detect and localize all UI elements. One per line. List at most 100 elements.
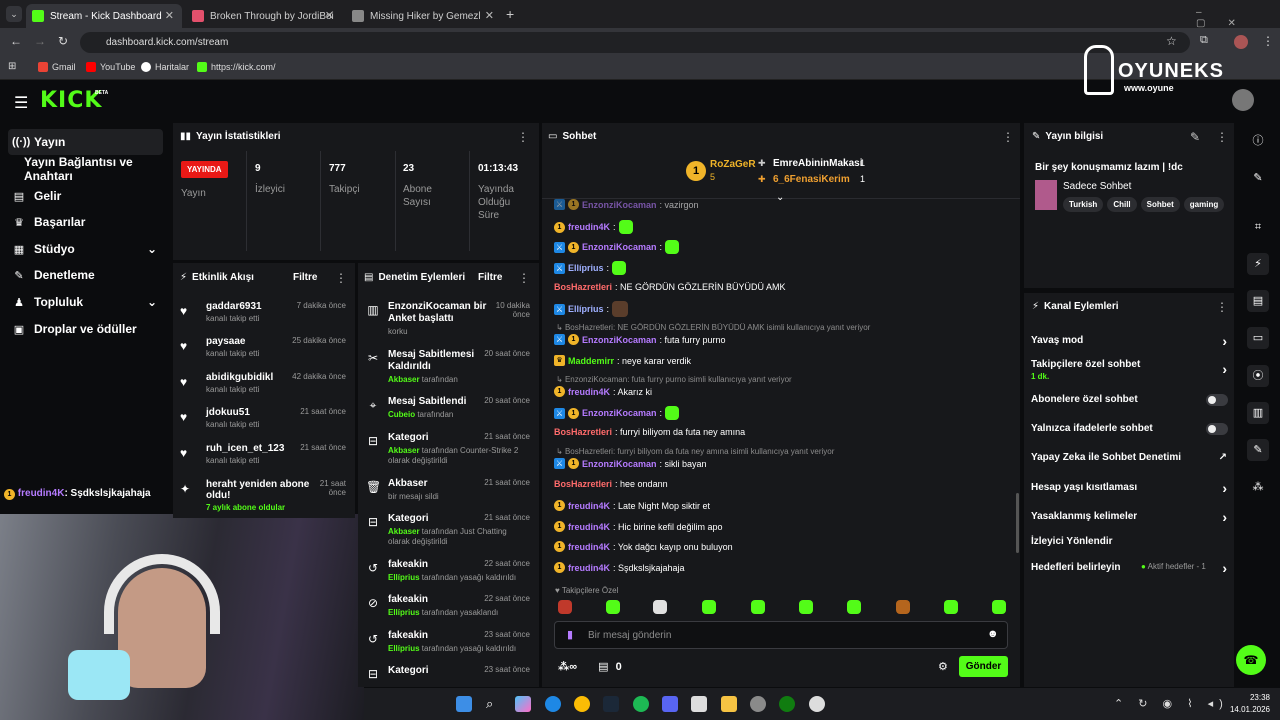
bookmark-star-icon[interactable]: ☆ xyxy=(1166,34,1177,48)
sidebar-item-moderation[interactable]: ✎ Denetleme xyxy=(8,262,163,288)
chat-message[interactable]: 1 freudin4K: Yok dağcı kayıp onu buluyon xyxy=(554,541,733,552)
chat-message[interactable]: ⚔ Ellíprius: xyxy=(554,301,629,317)
users-icon[interactable]: ⁂∞ xyxy=(558,661,577,673)
chat-message[interactable]: 1 freudin4K: Akarız ki xyxy=(554,386,652,397)
document-icon[interactable]: ▤ xyxy=(1247,290,1269,312)
chat-message[interactable]: ⚔ Ellíprius: xyxy=(554,261,627,275)
sidebar-item-stream[interactable]: ((·)) Yayın xyxy=(8,129,163,155)
kick-logo[interactable]: KICK xyxy=(40,88,102,113)
profile-avatar[interactable] xyxy=(1234,35,1248,49)
browser-tab[interactable]: Broken Through by JordiBoi ✕ xyxy=(186,4,342,28)
bookmark-maps[interactable]: Haritalar xyxy=(141,62,189,72)
sidebar-item-community[interactable]: ♟ Topluluk ⌄ xyxy=(8,289,163,315)
subs-only-toggle[interactable] xyxy=(1206,394,1228,406)
store-icon[interactable]: ▤ xyxy=(598,661,608,673)
chat-message[interactable]: BosHazretleri: NE GÖRDÜN GÖZLERİN BÜYÜDÜ… xyxy=(554,282,786,292)
send-button[interactable]: Gönder xyxy=(959,656,1008,677)
list-item[interactable]: ♥ jdokuu51 kanalı takip etti 21 saat önce xyxy=(180,407,346,437)
close-tab-icon[interactable]: ✕ xyxy=(165,9,174,22)
list-item[interactable]: ♥ abidikgubidikl kanalı takip etti 42 dak… xyxy=(180,372,346,402)
more-options-icon[interactable]: ⋮ xyxy=(518,271,530,285)
extensions-icon[interactable]: ⧉ xyxy=(1200,34,1208,47)
list-item[interactable]: ▥ EnzonziKocaman bir Anket başlattı kork… xyxy=(366,301,530,341)
list-item[interactable]: ✦ heraht yeniden abone oldu! 7 aylık abon… xyxy=(180,479,346,515)
sidebar-item-revenue[interactable]: ▤ Gelir xyxy=(8,183,163,209)
category-thumbnail[interactable] xyxy=(1035,180,1057,210)
emote-only-toggle[interactable] xyxy=(1206,423,1228,435)
ai-moderation-row[interactable]: Yapay Zeka ile Sohbet Denetimi ↗ xyxy=(1031,452,1227,466)
chat-message[interactable]: ♛ Maddemirr: neye karar verdik xyxy=(554,355,691,366)
back-icon[interactable]: ← xyxy=(10,34,22,48)
emote-icon[interactable] xyxy=(799,600,813,614)
chat-message[interactable]: BosHazretleri: furryi biliyom da futa ne… xyxy=(554,427,745,437)
clock-time[interactable]: 23:38 xyxy=(1240,693,1270,702)
list-item[interactable]: ↺ fakeakin Ellíprius tarafından yasağı k… xyxy=(366,559,530,585)
emote-icon[interactable] xyxy=(606,600,620,614)
chat-message[interactable]: ⚔ 1 EnzonziKocaman: futa furry purno xyxy=(554,334,726,345)
tag[interactable]: Turkish xyxy=(1063,197,1104,212)
account-age-row[interactable]: Hesap yaşı kısıtlaması › xyxy=(1031,480,1227,496)
tag[interactable]: Sohbet xyxy=(1140,197,1180,212)
emote-icon[interactable] xyxy=(702,600,716,614)
sidebar-item-stream-key[interactable]: Yayın Bağlantısı ve Anahtarı xyxy=(8,155,168,183)
emote-icon[interactable] xyxy=(992,600,1006,614)
list-item[interactable]: ✂ Mesaj Sabitlemesi Kaldırıldı Akbaser t… xyxy=(366,349,530,385)
close-tab-icon[interactable]: ✕ xyxy=(485,9,494,22)
chat-icon[interactable]: ▭ xyxy=(1247,327,1269,349)
emote-only-row[interactable]: Yalnızca ifadelerle sohbet xyxy=(1031,423,1228,437)
edge-icon[interactable] xyxy=(545,696,561,712)
user-avatar[interactable] xyxy=(1232,89,1254,111)
emote-icon[interactable] xyxy=(944,600,958,614)
goals-row[interactable]: Hedefleri belirleyin ● Aktif hedefler - 1… xyxy=(1031,560,1227,576)
slow-mode-row[interactable]: Yavaş mod › xyxy=(1031,333,1227,349)
broadcast-icon[interactable]: ⦿ xyxy=(1247,365,1269,387)
url-field[interactable]: dashboard.kick.com/stream xyxy=(80,32,1190,53)
chat-message[interactable]: BosHazretleri: hee ondann xyxy=(554,479,668,489)
chat-message[interactable]: ⚔ 1 EnzonziKocaman: xyxy=(554,240,680,254)
hamburger-menu-icon[interactable]: ☰ xyxy=(14,93,28,113)
help-chat-button[interactable]: ☎ xyxy=(1236,645,1266,675)
filter-button[interactable]: Filtre xyxy=(293,272,317,283)
bookmark-gmail[interactable]: Gmail xyxy=(38,62,76,72)
sidebar-item-drops[interactable]: ▣ Droplar ve ödüller xyxy=(8,316,163,342)
reload-icon[interactable]: ↻ xyxy=(58,34,68,48)
forward-icon[interactable]: → xyxy=(34,34,46,48)
lightning-icon[interactable]: ⚡ xyxy=(1247,253,1269,275)
steam-icon[interactable] xyxy=(603,696,619,712)
browser-tab[interactable]: Stream - Kick Dashboard ✕ xyxy=(26,4,182,28)
raid-row[interactable]: İzleyici Yönlendir xyxy=(1031,536,1227,550)
more-options-icon[interactable]: ⋮ xyxy=(335,271,347,285)
emote-icon[interactable] xyxy=(896,600,910,614)
sidebar-item-studio[interactable]: ▦ Stüdyo ⌄ xyxy=(8,236,163,262)
xbox-icon[interactable] xyxy=(779,696,795,712)
list-item[interactable]: ⊟ Kategori Akbaser tarafından Just Chatt… xyxy=(366,513,530,549)
list-item[interactable]: ⊘ fakeakin Ellíprius tarafından yasaklan… xyxy=(366,594,530,620)
pin-expand-icon[interactable]: ⌄ xyxy=(776,192,784,203)
obs-icon[interactable] xyxy=(691,696,707,712)
clip-icon[interactable]: ⌗ xyxy=(1247,216,1269,238)
tab-search-icon[interactable]: ⌄ xyxy=(6,6,22,22)
chat-settings-icon[interactable]: ⚙ xyxy=(938,660,948,673)
microphone-icon[interactable]: ▮ xyxy=(567,628,573,641)
system-tray[interactable]: ⌃ ↻ ◉ ⌇ ◂) xyxy=(1114,697,1229,710)
list-item[interactable]: ♥ paysaae kanalı takip etti 25 dakika önc… xyxy=(180,336,346,366)
chat-input[interactable]: ▮ Bir mesaj gönderin ☻ xyxy=(554,621,1008,649)
edit-icon[interactable]: ✎ xyxy=(1190,130,1200,144)
chat-message[interactable]: 1 freudin4K: Hic birine kefil değilim apo xyxy=(554,521,723,532)
clock-date[interactable]: 14.01.2026 xyxy=(1226,705,1270,714)
more-options-icon[interactable]: ⋮ xyxy=(1002,130,1014,144)
apps-icon[interactable]: ⊞ xyxy=(8,61,16,72)
browser-tab[interactable]: Missing Hiker by Gemezl ✕ xyxy=(346,4,502,28)
app-icon[interactable] xyxy=(809,696,825,712)
wrench-icon[interactable]: ✎ xyxy=(1247,439,1269,461)
chat-message[interactable]: 1 freudin4K: Late Night Mop siktir et xyxy=(554,500,710,511)
windows-start-icon[interactable] xyxy=(456,696,472,712)
chat-message[interactable]: ⚔ 1 EnzonziKocaman: sikli bayan xyxy=(554,458,707,469)
list-item[interactable]: ⌖ Mesaj Sabitlendi Cubeio tarafından 20 … xyxy=(366,396,530,420)
more-options-icon[interactable]: ⋮ xyxy=(1216,130,1228,144)
settings-icon[interactable] xyxy=(750,696,766,712)
spotify-icon[interactable] xyxy=(633,696,649,712)
new-tab-icon[interactable]: + xyxy=(506,6,514,22)
list-item[interactable]: ⊟ Kategori 23 saat önce xyxy=(366,665,530,683)
close-tab-icon[interactable]: ✕ xyxy=(325,9,334,22)
